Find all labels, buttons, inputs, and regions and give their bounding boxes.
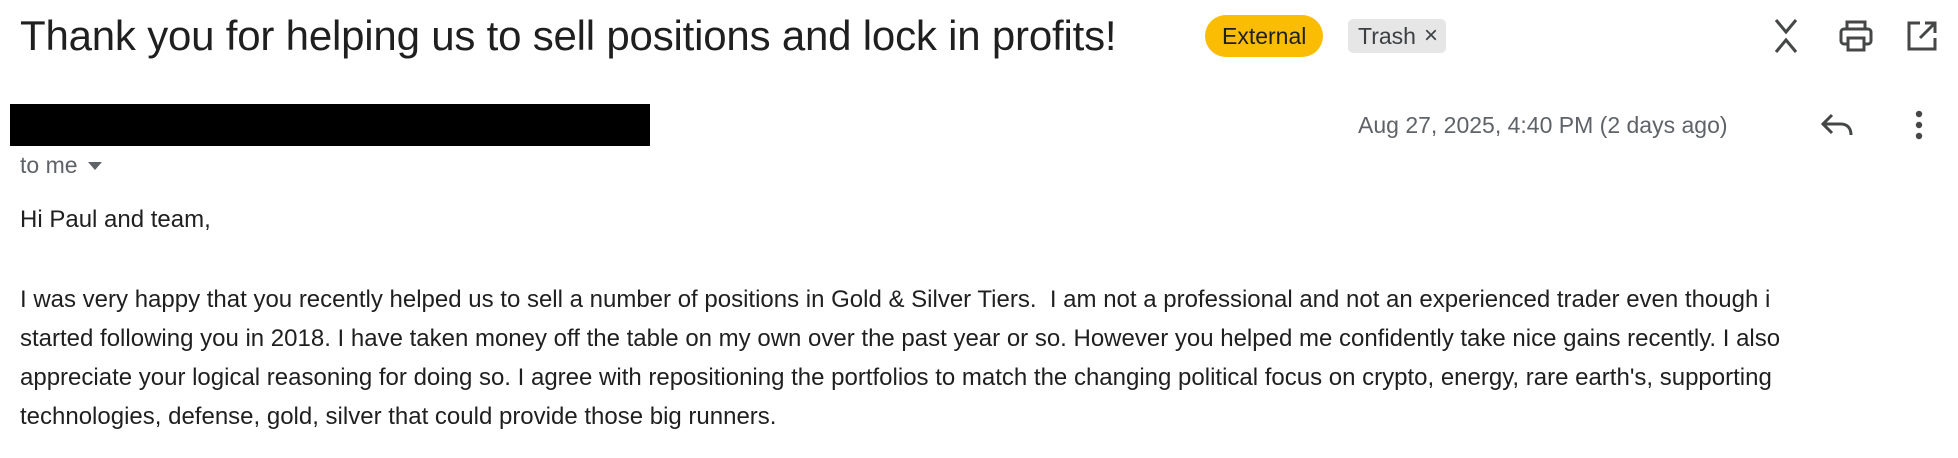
open-in-new-window-icon[interactable] xyxy=(1902,16,1942,56)
trash-label-chip: Trash × xyxy=(1348,19,1446,53)
body-line: appreciate your logical reasoning for do… xyxy=(20,364,1772,391)
body-line: I was very happy that you recently helpe… xyxy=(20,286,1771,313)
external-label-chip: External xyxy=(1205,15,1324,57)
remove-label-icon[interactable]: × xyxy=(1424,19,1438,53)
to-me-label: to me xyxy=(20,152,78,178)
chevron-down-icon xyxy=(87,162,102,170)
message-body: I was very happy that you recently helpe… xyxy=(20,280,1940,436)
collapse-all-icon[interactable] xyxy=(1766,16,1806,56)
email-subject: Thank you for helping us to sell positio… xyxy=(20,12,1117,59)
message-date: Aug 27, 2025, 4:40 PM (2 days ago) xyxy=(1358,112,1728,138)
sender-redacted-block xyxy=(10,104,650,146)
body-line: started following you in 2018. I have ta… xyxy=(20,325,1781,352)
reply-icon[interactable] xyxy=(1816,104,1858,146)
print-icon[interactable] xyxy=(1836,16,1876,56)
more-options-icon[interactable] xyxy=(1898,104,1940,146)
body-greeting: Hi Paul and team, xyxy=(20,206,211,233)
body-line: technologies, defense, gold, silver that… xyxy=(20,403,777,430)
recipient-details-toggle[interactable]: to me xyxy=(20,150,102,180)
trash-label-text: Trash xyxy=(1358,23,1416,49)
